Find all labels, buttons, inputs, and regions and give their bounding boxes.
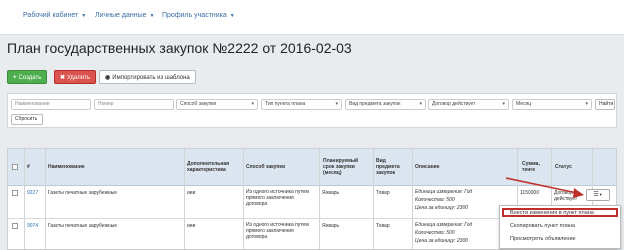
row-actions-dropdown: Внести изменения в пункт плана Скопирова… <box>499 205 621 249</box>
menu-item-copy-plan[interactable]: Скопировать пункт плана <box>510 223 575 229</box>
row-actions-menu-button[interactable]: ☰▼ <box>586 189 610 201</box>
arrow-head <box>573 188 584 198</box>
menu-item-edit-plan[interactable]: Внести изменения в пункт плана <box>510 210 594 216</box>
arrow-line <box>505 177 578 194</box>
caret-down-icon: ▼ <box>598 192 603 197</box>
menu-item-view-announcement[interactable]: Просмотреть объявление <box>510 236 576 242</box>
